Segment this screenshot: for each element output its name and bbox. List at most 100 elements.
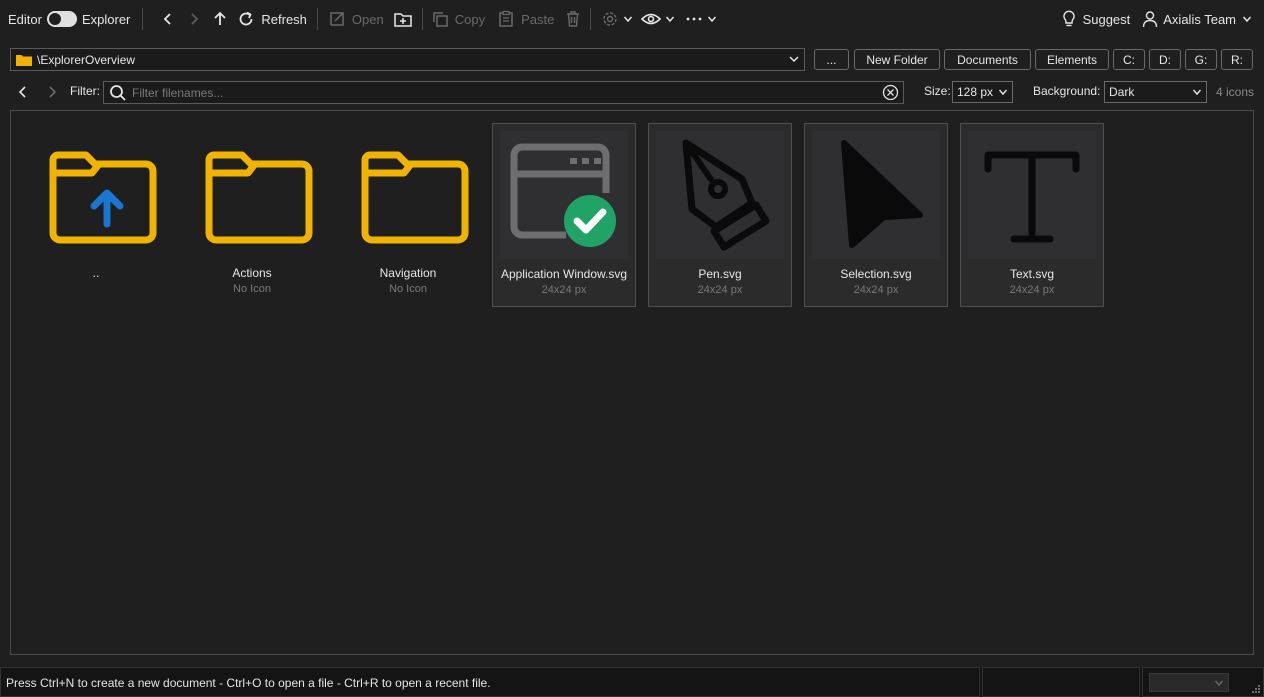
item-subtitle: 24x24 px xyxy=(853,284,899,296)
path-value: \ExplorerOverview xyxy=(37,52,136,67)
more-dots-icon xyxy=(686,17,702,21)
drive-g-button[interactable]: G: xyxy=(1185,49,1217,70)
item-subtitle: 24x24 px xyxy=(541,284,587,296)
editor-label: Editor xyxy=(8,11,42,27)
item-name: Pen.svg xyxy=(698,267,742,281)
background-value: Dark xyxy=(1109,85,1135,99)
paste-label: Paste xyxy=(521,11,555,27)
refresh-label: Refresh xyxy=(261,11,307,27)
grid-item-actions-folder[interactable]: Actions No Icon xyxy=(180,123,324,307)
chevron-down-icon xyxy=(998,89,1008,96)
text-icon xyxy=(968,131,1096,259)
chevron-down-icon xyxy=(1214,680,1224,687)
explorer-label: Explorer xyxy=(81,11,131,27)
status-panel xyxy=(1142,667,1264,697)
new-folder-button[interactable] xyxy=(390,0,416,38)
drive-r-button[interactable]: R: xyxy=(1221,49,1253,70)
grid-item-text[interactable]: Text.svg 24x24 px xyxy=(960,123,1104,307)
paste-button[interactable]: Paste xyxy=(497,0,554,38)
settings-menu-button[interactable] xyxy=(601,0,633,38)
zoom-select[interactable] xyxy=(1149,673,1229,692)
history-forward-icon[interactable] xyxy=(45,85,59,99)
item-subtitle: 24x24 px xyxy=(697,284,743,296)
toggle-knob xyxy=(48,13,61,25)
drive-c-button[interactable]: C: xyxy=(1113,49,1145,70)
item-name: .. xyxy=(92,266,100,280)
filter-input[interactable] xyxy=(132,85,872,100)
toolbar-separator xyxy=(590,8,592,30)
path-combobox[interactable]: \ExplorerOverview xyxy=(10,48,805,71)
item-subtitle: No Icon xyxy=(389,283,427,295)
size-select[interactable]: 128 px xyxy=(952,81,1013,103)
chevron-down-icon xyxy=(708,16,717,23)
item-subtitle: No Icon xyxy=(233,283,271,295)
chevron-down-icon xyxy=(1192,89,1202,96)
chevron-down-icon xyxy=(1242,16,1252,23)
filter-field[interactable] xyxy=(103,81,904,104)
open-icon xyxy=(330,12,344,26)
user-label: Axialis Team xyxy=(1163,11,1236,27)
chevron-down-icon xyxy=(666,16,675,23)
filter-label: Filter: xyxy=(70,84,100,98)
background-label: Background: xyxy=(1033,84,1101,98)
gear-icon xyxy=(603,12,618,26)
history-back-icon[interactable] xyxy=(16,85,30,99)
grid-item-navigation-folder[interactable]: Navigation No Icon xyxy=(336,123,480,307)
search-icon xyxy=(110,85,126,101)
eye-icon xyxy=(641,13,662,25)
resize-grip-icon[interactable] xyxy=(1251,684,1261,694)
copy-icon xyxy=(432,12,448,27)
item-name: Selection.svg xyxy=(840,267,912,281)
chevron-left-icon xyxy=(164,13,172,25)
browse-button[interactable]: ... xyxy=(814,49,849,70)
back-button[interactable] xyxy=(155,0,181,38)
item-subtitle: 24x24 px xyxy=(1009,284,1055,296)
background-select[interactable]: Dark xyxy=(1104,81,1207,103)
clear-icon[interactable] xyxy=(882,84,899,101)
item-name: Navigation xyxy=(379,266,437,280)
grid-item-parent-folder[interactable]: .. xyxy=(24,123,168,307)
paste-icon xyxy=(499,10,513,27)
up-folder-button[interactable] xyxy=(207,0,233,38)
suggest-button[interactable]: Suggest xyxy=(1061,0,1130,38)
user-menu-button[interactable]: Axialis Team xyxy=(1142,0,1252,38)
status-panel xyxy=(982,667,1140,697)
refresh-icon xyxy=(240,11,253,26)
chevron-down-icon xyxy=(624,16,633,23)
elements-button[interactable]: Elements xyxy=(1035,49,1109,70)
delete-button[interactable] xyxy=(560,0,586,38)
copy-label: Copy xyxy=(454,11,486,27)
toolbar-separator xyxy=(142,8,144,30)
documents-button[interactable]: Documents xyxy=(944,49,1031,70)
new-folder-text-button[interactable]: New Folder xyxy=(854,49,940,70)
size-value: 128 px xyxy=(957,85,994,99)
grid-item-selection[interactable]: Selection.svg 24x24 px xyxy=(804,123,948,307)
folder-icon xyxy=(16,54,32,66)
grid-item-pen[interactable]: Pen.svg 24x24 px xyxy=(648,123,792,307)
refresh-button[interactable]: Refresh xyxy=(237,0,307,38)
status-message-panel: Press Ctrl+N to create a new document - … xyxy=(0,667,980,697)
status-bar: Press Ctrl+N to create a new document - … xyxy=(0,667,1264,697)
open-button[interactable]: Open xyxy=(328,0,384,38)
user-icon xyxy=(1143,11,1158,28)
folder-icon xyxy=(361,151,469,244)
folder-up-icon xyxy=(49,151,157,244)
forward-button[interactable] xyxy=(181,0,207,38)
icon-grid: .. Actions No Icon Navigation No Icon Ap… xyxy=(10,110,1254,655)
editor-explorer-toggle[interactable] xyxy=(46,11,77,27)
selection-cursor-icon xyxy=(812,131,940,259)
folder-add-icon xyxy=(393,13,412,27)
drive-d-button[interactable]: D: xyxy=(1149,49,1181,70)
more-menu-button[interactable] xyxy=(685,0,717,38)
item-name: Actions xyxy=(232,266,272,280)
view-menu-button[interactable] xyxy=(641,0,675,38)
grid-item-application-window[interactable]: Application Window.svg 24x24 px xyxy=(492,123,636,307)
item-name: Application Window.svg xyxy=(500,267,628,281)
size-label: Size: xyxy=(924,84,951,98)
toolbar-separator xyxy=(421,8,423,30)
folder-icon xyxy=(205,151,313,244)
chevron-down-icon[interactable] xyxy=(788,53,800,65)
copy-button[interactable]: Copy xyxy=(431,0,485,38)
application-window-check-icon xyxy=(500,131,628,259)
toolbar-separator xyxy=(316,8,318,30)
